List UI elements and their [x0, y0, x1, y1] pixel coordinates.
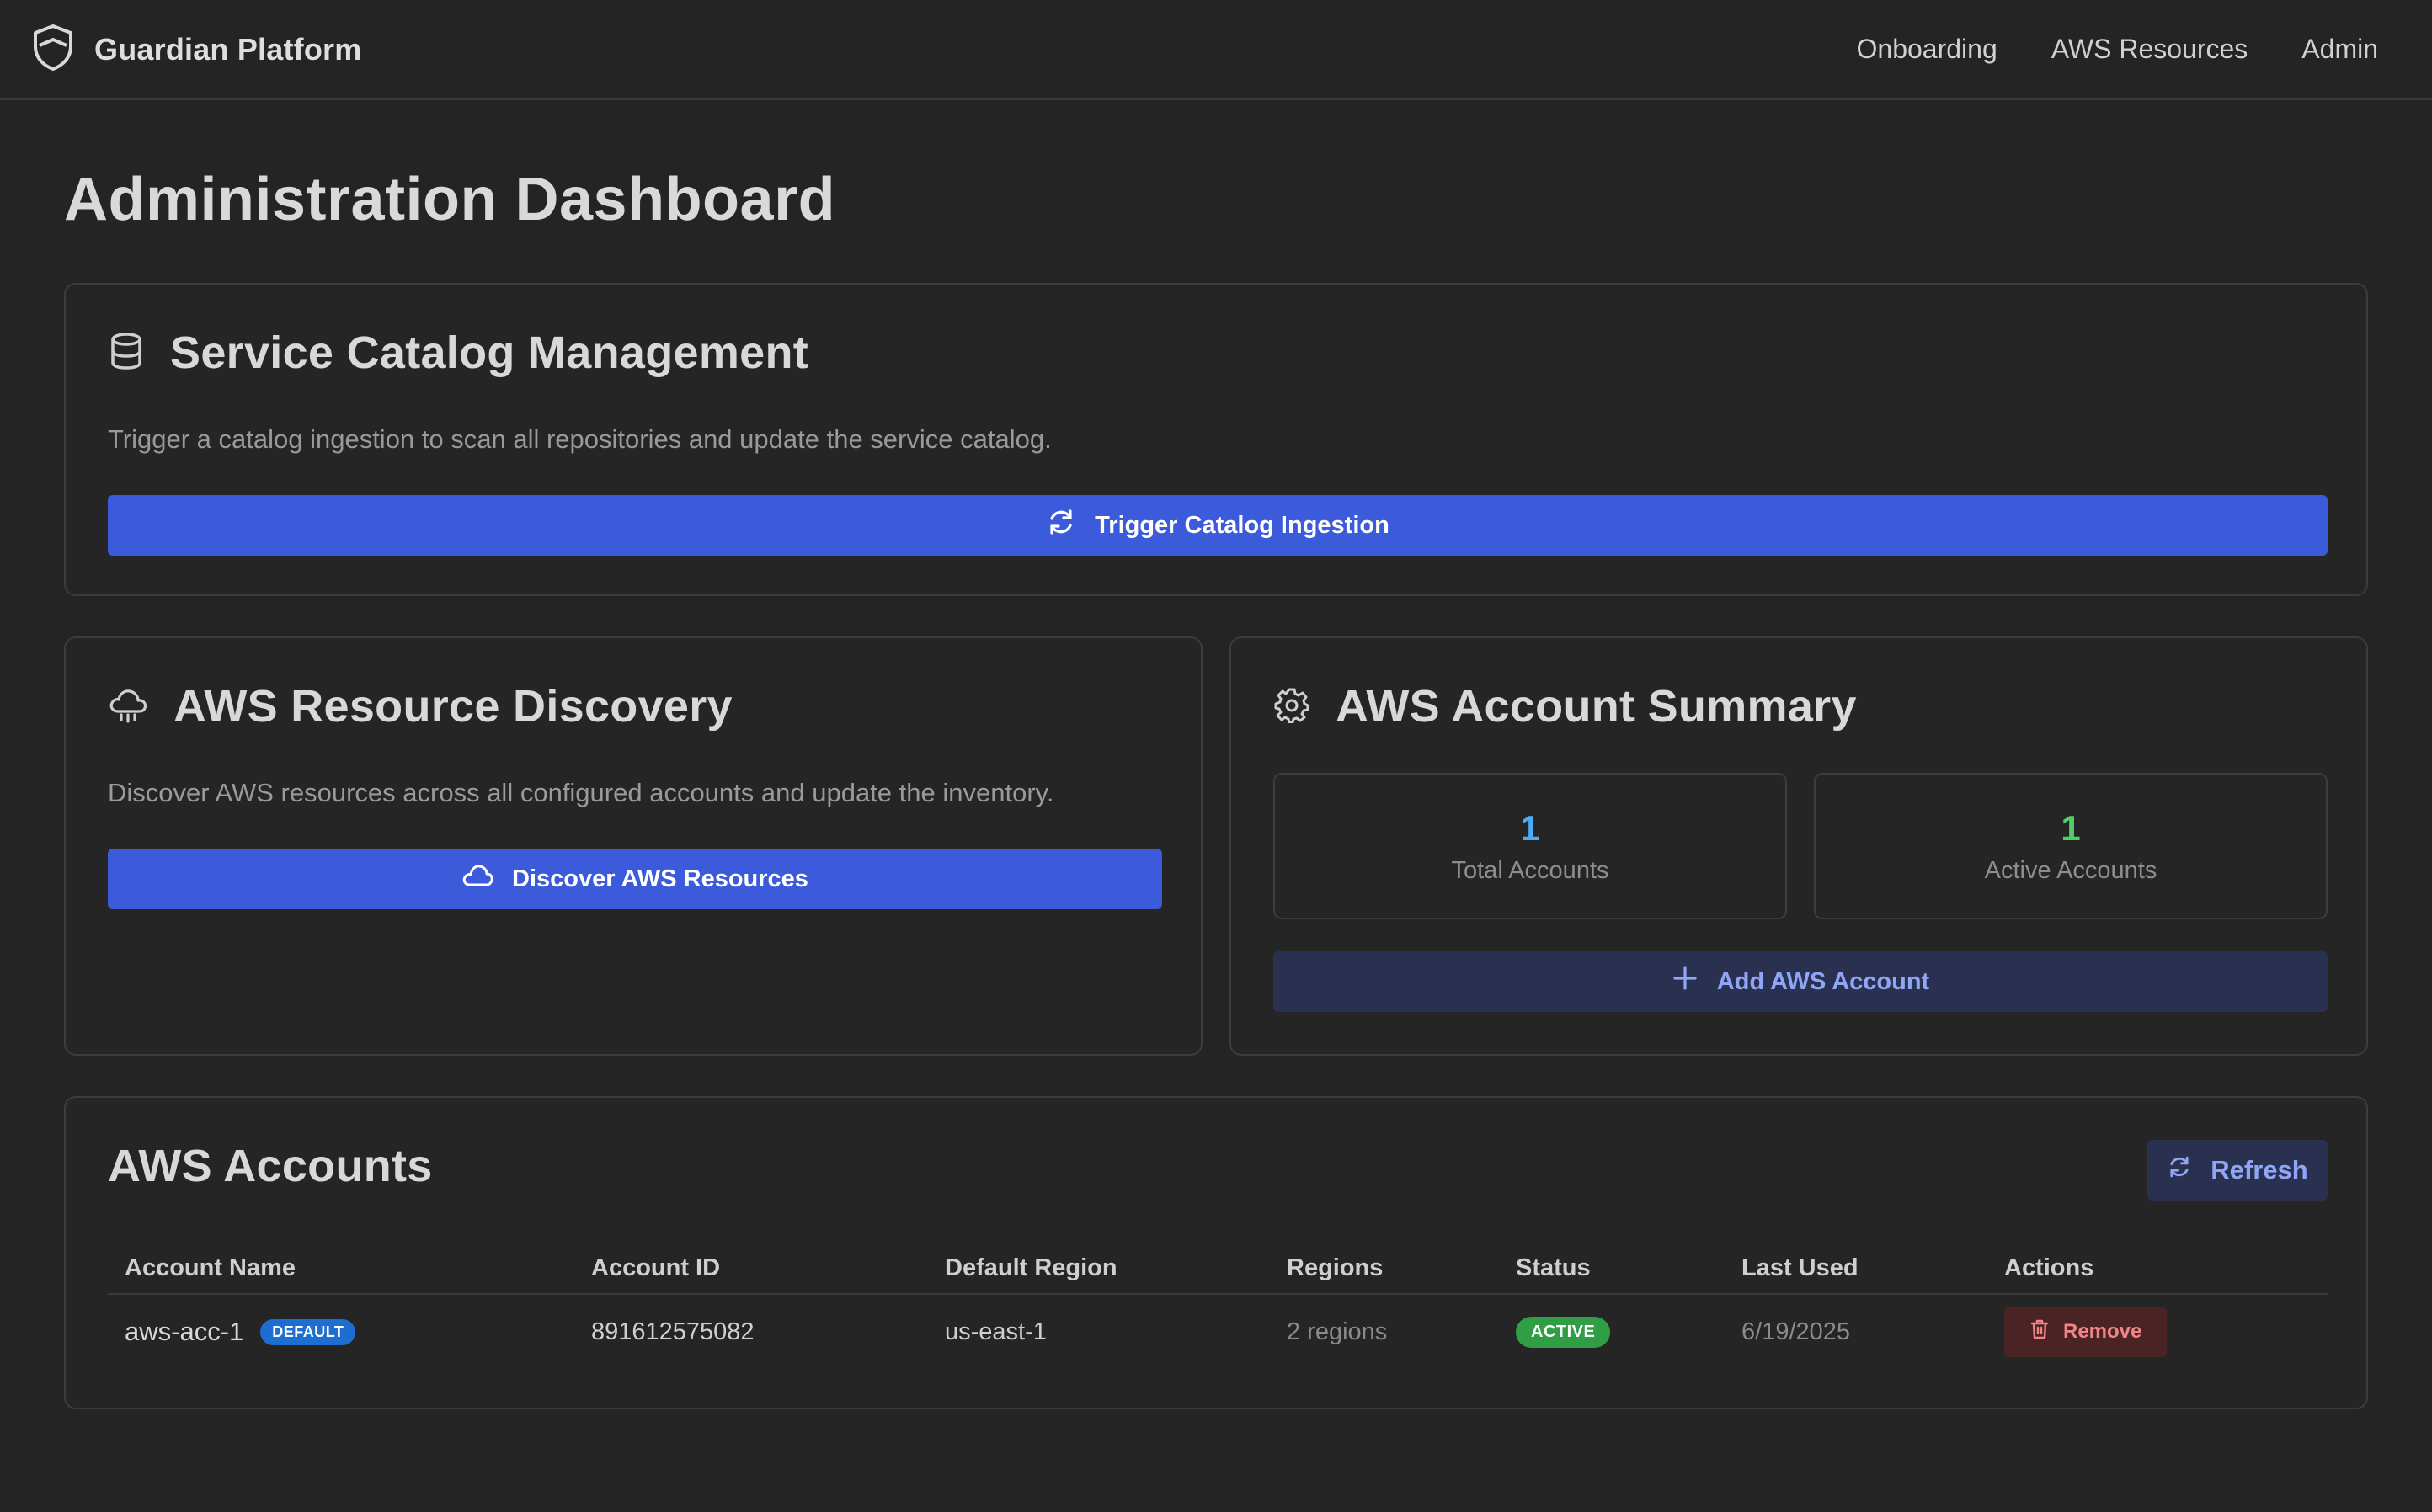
column-default-region: Default Region — [945, 1254, 1117, 1281]
aws-accounts-table: Account Name Account ID Default Region R… — [108, 1243, 2328, 1369]
active-accounts-value: 1 — [2061, 807, 2081, 848]
status-cell: ACTIVE — [1516, 1295, 1611, 1369]
aws-resource-discovery-header: AWS Resource Discovery — [108, 680, 733, 732]
cloud-icon — [461, 863, 493, 895]
aws-accounts-title: AWS Accounts — [108, 1141, 433, 1191]
aws-resource-discovery-card: AWS Resource Discovery Discover AWS reso… — [64, 636, 1203, 1056]
refresh-icon — [1046, 507, 1076, 544]
service-catalog-title: Service Catalog Management — [170, 327, 809, 378]
plus-icon — [1672, 965, 1699, 998]
default-badge: DEFAULT — [260, 1318, 356, 1345]
nav-onboarding[interactable]: Onboarding — [1857, 34, 1997, 65]
service-catalog-description: Trigger a catalog ingestion to scan all … — [108, 424, 1052, 454]
cloud-icon — [108, 686, 148, 727]
account-name: aws-acc-1 — [125, 1317, 244, 1346]
remove-label: Remove — [2063, 1320, 2142, 1343]
discover-aws-resources-label: Discover AWS Resources — [512, 865, 808, 892]
aws-account-summary-card: AWS Account Summary 1 Total Accounts 1 A… — [1229, 636, 2368, 1056]
default-region: us-east-1 — [945, 1318, 1047, 1345]
nav-aws-resources[interactable]: AWS Resources — [2051, 34, 2248, 65]
trigger-catalog-ingestion-button[interactable]: Trigger Catalog Ingestion — [108, 495, 2328, 556]
gear-icon — [1273, 686, 1310, 727]
discover-aws-resources-button[interactable]: Discover AWS Resources — [108, 849, 1162, 909]
last-used: 6/19/2025 — [1741, 1318, 1851, 1345]
main-nav: Onboarding AWS Resources Admin — [1857, 34, 2378, 65]
table-row: aws-acc-1 DEFAULT 891612575082 us-east-1… — [108, 1295, 2328, 1369]
add-aws-account-label: Add AWS Account — [1716, 967, 1930, 995]
trash-icon — [2029, 1318, 2050, 1346]
active-accounts-label: Active Accounts — [1984, 856, 2157, 884]
brand[interactable]: Guardian Platform — [30, 23, 361, 76]
trigger-catalog-ingestion-label: Trigger Catalog Ingestion — [1095, 511, 1389, 539]
brand-name: Guardian Platform — [94, 31, 362, 67]
column-actions: Actions — [2004, 1254, 2094, 1281]
account-name-cell: aws-acc-1 DEFAULT — [125, 1295, 356, 1369]
total-accounts-value: 1 — [1520, 807, 1540, 848]
aws-resource-discovery-description: Discover AWS resources across all config… — [108, 778, 1054, 807]
page-title: Administration Dashboard — [64, 166, 836, 233]
aws-resource-discovery-title: AWS Resource Discovery — [173, 681, 733, 732]
service-catalog-card: Service Catalog Management Trigger a cat… — [64, 283, 2368, 596]
column-account-name: Account Name — [125, 1254, 296, 1281]
nav-admin[interactable]: Admin — [2301, 34, 2378, 65]
total-accounts-label: Total Accounts — [1451, 856, 1609, 884]
refresh-icon — [2167, 1154, 2192, 1186]
refresh-label: Refresh — [2211, 1155, 2308, 1185]
service-catalog-header: Service Catalog Management — [108, 327, 808, 379]
total-accounts-stat: 1 Total Accounts — [1273, 773, 1787, 919]
column-regions: Regions — [1287, 1254, 1384, 1281]
regions-count: 2 regions — [1287, 1318, 1388, 1345]
add-aws-account-button[interactable]: Add AWS Account — [1273, 951, 2328, 1012]
actions-cell: Remove — [2004, 1295, 2168, 1369]
column-account-id: Account ID — [591, 1254, 721, 1281]
status-badge: ACTIVE — [1516, 1316, 1611, 1348]
account-id: 891612575082 — [591, 1318, 755, 1345]
table-header: Account Name Account ID Default Region R… — [108, 1243, 2328, 1295]
refresh-button[interactable]: Refresh — [2147, 1140, 2328, 1201]
active-accounts-stat: 1 Active Accounts — [1814, 773, 2328, 919]
remove-button[interactable]: Remove — [2004, 1307, 2168, 1357]
column-last-used: Last Used — [1741, 1254, 1859, 1281]
database-icon — [108, 331, 145, 375]
aws-account-summary-title: AWS Account Summary — [1336, 681, 1857, 732]
aws-accounts-card: AWS Accounts Refresh Account Name Accoun… — [64, 1096, 2368, 1409]
aws-account-summary-header: AWS Account Summary — [1273, 680, 1857, 732]
column-status: Status — [1516, 1254, 1591, 1281]
shield-icon — [30, 23, 76, 76]
top-bar: Guardian Platform Onboarding AWS Resourc… — [0, 0, 2432, 100]
